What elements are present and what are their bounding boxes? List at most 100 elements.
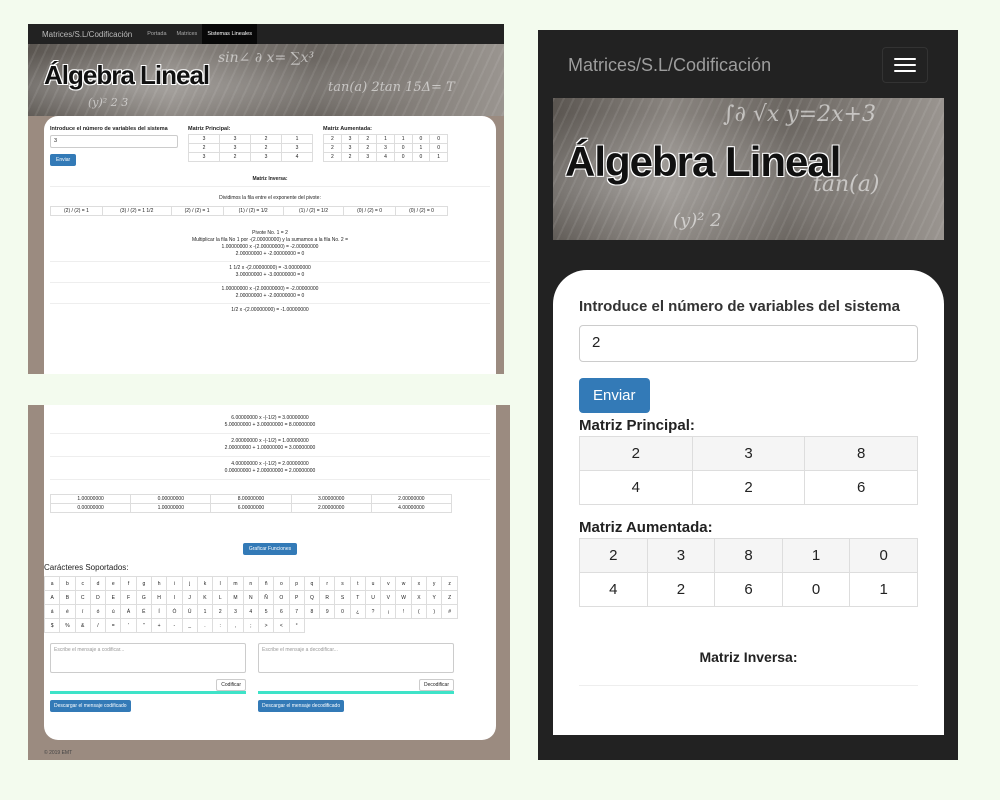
char-cell: 1: [196, 604, 214, 619]
char-cell: B: [59, 590, 76, 605]
matrix-cell: 2: [691, 470, 806, 505]
nav-item-sistemas-lineales[interactable]: Sistemas Lineales: [202, 24, 257, 44]
main-card: Introduce el número de variables del sis…: [44, 116, 496, 374]
result-cell: 8.00000000: [210, 494, 292, 504]
char-cell: %: [59, 618, 76, 633]
matrix-cell: 1: [393, 134, 413, 144]
decodificar-button[interactable]: Decodificar: [418, 679, 454, 691]
step-line: 4.00000000 x -(-1/2) = 2.00000000: [231, 461, 309, 467]
char-cell: 2: [212, 604, 229, 619]
encode-textarea[interactable]: Escribe el mensaje a codificar...: [50, 643, 246, 673]
download-decoded-button[interactable]: Descargar el mensaje decodificado: [258, 700, 345, 712]
matrix-cell: 2: [323, 143, 342, 153]
decode-progress-bar: [258, 691, 454, 694]
char-cell: N: [242, 590, 259, 605]
matriz-principal-label: Matriz Principal:: [188, 126, 231, 132]
char-cell: J: [181, 590, 198, 605]
table-row: 3234: [188, 152, 313, 162]
char-cell: $: [43, 618, 61, 633]
char-cell: (: [410, 604, 428, 619]
enviar-button[interactable]: Enviar: [50, 154, 77, 166]
mobile-navbar: Matrices/S.L/Codificación: [538, 30, 958, 100]
desktop-navbar: Matrices/S.L/Codificación Portada Matric…: [28, 24, 504, 44]
char-cell: =: [105, 618, 122, 633]
decode-textarea[interactable]: Escribe el mensaje a decodificar...: [258, 643, 454, 673]
matrix-cell: 1: [281, 134, 313, 144]
matrix-cell: 1: [411, 143, 431, 153]
step-line: 6.00000000 x -(-1/2) = 3.00000000: [231, 415, 309, 421]
char-cell: ¡: [380, 604, 397, 619]
matrix-cell: 3: [691, 436, 806, 471]
variables-input[interactable]: 2: [579, 325, 918, 362]
char-cell: Ñ: [257, 590, 275, 605]
char-cell: 0: [334, 604, 351, 619]
char-cell: ;: [242, 618, 259, 633]
char-cell: 6: [273, 604, 290, 619]
matrix-cell: 8: [714, 538, 783, 573]
char-cell: Ú: [181, 604, 198, 619]
char-cell: á: [43, 604, 61, 619]
char-cell: y: [426, 576, 443, 591]
table-row: 0.00000000 1.00000000 6.00000000 2.00000000…: [49, 503, 453, 513]
nav-brand[interactable]: Matrices/S.L/Codificación: [568, 55, 771, 76]
division-table: (2) / (2) = 1 (3) / (2) = 1 1/2 (2) / (2) …: [50, 206, 448, 216]
nav-item-portada[interactable]: Portada: [142, 24, 171, 44]
char-cell: Ó: [166, 604, 183, 619]
chars-title: Carácteres Soportados:: [44, 563, 129, 572]
variables-input[interactable]: 3: [50, 135, 178, 148]
char-cell: 4: [242, 604, 259, 619]
result-cell: 0.00000000: [49, 503, 132, 513]
nav-brand[interactable]: Matrices/S.L/Codificación: [42, 30, 132, 39]
char-cell: C: [74, 590, 91, 605]
char-cell: ): [426, 604, 443, 619]
char-cell: k: [196, 576, 214, 591]
char-cell: 8: [303, 604, 321, 619]
result-cell: 1.00000000: [49, 494, 132, 504]
hero-scribble: (y)² 2 3: [88, 96, 129, 109]
char-cell: °: [288, 618, 305, 633]
codificar-button[interactable]: Codificar: [216, 679, 246, 691]
char-cell: Y: [426, 590, 443, 605]
matrix-cell: 1: [849, 572, 918, 607]
matriz-inversa-label: Matriz Inversa:: [699, 649, 798, 665]
nav-item-matrices[interactable]: Matrices: [172, 24, 203, 44]
table-row: 2234001: [323, 152, 448, 162]
char-cell: E: [105, 590, 122, 605]
step-line: Pivote No. 1 = 2: [252, 230, 288, 236]
char-cell: ñ: [257, 576, 275, 591]
step-line: 1 1/2 x -(2.00000000) = -3.00000000: [229, 265, 311, 271]
matrix-cell: 0: [429, 143, 448, 153]
char-cell: d: [89, 576, 107, 591]
matrix-cell: 6: [714, 572, 783, 607]
step-block: 6.00000000 x -(-1/2) = 3.00000000 5.00000…: [50, 411, 490, 434]
graficar-funciones-button[interactable]: Graficar Funciones: [242, 543, 298, 555]
char-cell: -: [166, 618, 183, 633]
matrix-cell: 2: [358, 143, 378, 153]
char-cell: b: [59, 576, 76, 591]
table-row: abcdefghijklmnñopqrstuvwxyz: [43, 576, 458, 591]
char-cell: V: [380, 590, 397, 605]
desktop-screenshot-top: Matrices/S.L/Codificación Portada Matric…: [28, 24, 504, 374]
char-cell: h: [150, 576, 168, 591]
char-cell: l: [212, 576, 229, 591]
result-cell: 4.00000000: [370, 503, 453, 513]
matrix-cell: 2: [250, 143, 282, 153]
enviar-button[interactable]: Enviar: [579, 378, 650, 413]
hamburger-menu-icon[interactable]: [882, 47, 928, 83]
matrix-cell: 0: [393, 143, 413, 153]
char-cell: u: [364, 576, 382, 591]
encode-progress-bar: [50, 691, 246, 694]
char-cell: !: [395, 604, 412, 619]
char-cell: f: [120, 576, 137, 591]
matrix-cell: 2: [219, 152, 251, 162]
matrix-cell: 3: [358, 152, 378, 162]
table-row: 42601: [579, 572, 918, 607]
matrix-cell: 4: [281, 152, 313, 162]
download-encoded-button[interactable]: Descargar el mensaje codificado: [50, 700, 131, 712]
char-cell: t: [349, 576, 366, 591]
char-cell: g: [135, 576, 152, 591]
table-row: 426: [579, 470, 918, 505]
matriz-aumentada-label: Matriz Aumentada:: [579, 519, 713, 536]
matrix-cell: 4: [376, 152, 395, 162]
main-card: Introduce el número de variables del sis…: [553, 270, 944, 735]
